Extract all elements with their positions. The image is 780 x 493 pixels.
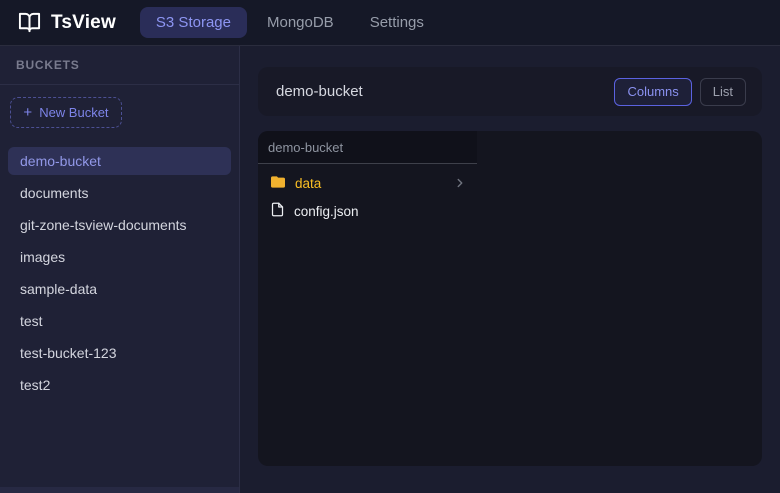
bucket-item-demo-bucket[interactable]: demo-bucket: [8, 147, 231, 175]
folder-row-data[interactable]: data: [258, 169, 477, 197]
top-navigation-bar: TsView S3 Storage MongoDB Settings: [0, 0, 780, 46]
horizontal-scrollbar[interactable]: [0, 487, 239, 493]
tab-settings[interactable]: Settings: [354, 7, 440, 38]
folder-icon: [270, 174, 286, 193]
brand: TsView: [18, 11, 116, 34]
list-view-button[interactable]: List: [700, 78, 746, 106]
file-row-config-json[interactable]: config.json: [258, 197, 477, 225]
plus-icon: +: [23, 105, 32, 120]
main-tabs: S3 Storage MongoDB Settings: [140, 7, 440, 38]
buckets-section-header: BUCKETS: [0, 46, 239, 85]
bucket-item-documents[interactable]: documents: [8, 179, 231, 207]
buckets-sidebar: BUCKETS + New Bucket demo-bucket documen…: [0, 46, 240, 493]
file-name: config.json: [294, 204, 467, 219]
folder-name: data: [295, 176, 444, 191]
main-content: demo-bucket Columns List demo-bucket da: [240, 46, 780, 493]
bucket-item-sample-data[interactable]: sample-data: [8, 275, 231, 303]
column-header: demo-bucket: [258, 131, 477, 164]
bucket-item-test[interactable]: test: [8, 307, 231, 335]
file-icon: [270, 202, 285, 220]
new-bucket-label: New Bucket: [39, 105, 108, 120]
tab-s3-storage[interactable]: S3 Storage: [140, 7, 247, 38]
bucket-title: demo-bucket: [276, 83, 363, 100]
view-toggle: Columns List: [614, 78, 746, 106]
file-browser-panel: demo-bucket data: [258, 131, 762, 466]
columns-view-button[interactable]: Columns: [614, 78, 691, 106]
chevron-right-icon: [453, 176, 467, 190]
bucket-item-test-bucket-123[interactable]: test-bucket-123: [8, 339, 231, 367]
book-logo-icon: [18, 11, 41, 34]
new-bucket-button[interactable]: + New Bucket: [10, 97, 122, 128]
column-body: data: [258, 164, 477, 225]
tab-mongodb[interactable]: MongoDB: [251, 7, 350, 38]
browser-column-demo-bucket: demo-bucket data: [258, 131, 477, 466]
app-title: TsView: [51, 12, 116, 34]
bucket-item-git-zone-tsview-documents[interactable]: git-zone-tsview-documents: [8, 211, 231, 239]
bucket-item-test2[interactable]: test2: [8, 371, 231, 399]
bucket-header-card: demo-bucket Columns List: [258, 67, 762, 116]
bucket-item-images[interactable]: images: [8, 243, 231, 271]
buckets-section-label: BUCKETS: [16, 58, 80, 72]
bucket-list: demo-bucket documents git-zone-tsview-do…: [0, 147, 239, 403]
